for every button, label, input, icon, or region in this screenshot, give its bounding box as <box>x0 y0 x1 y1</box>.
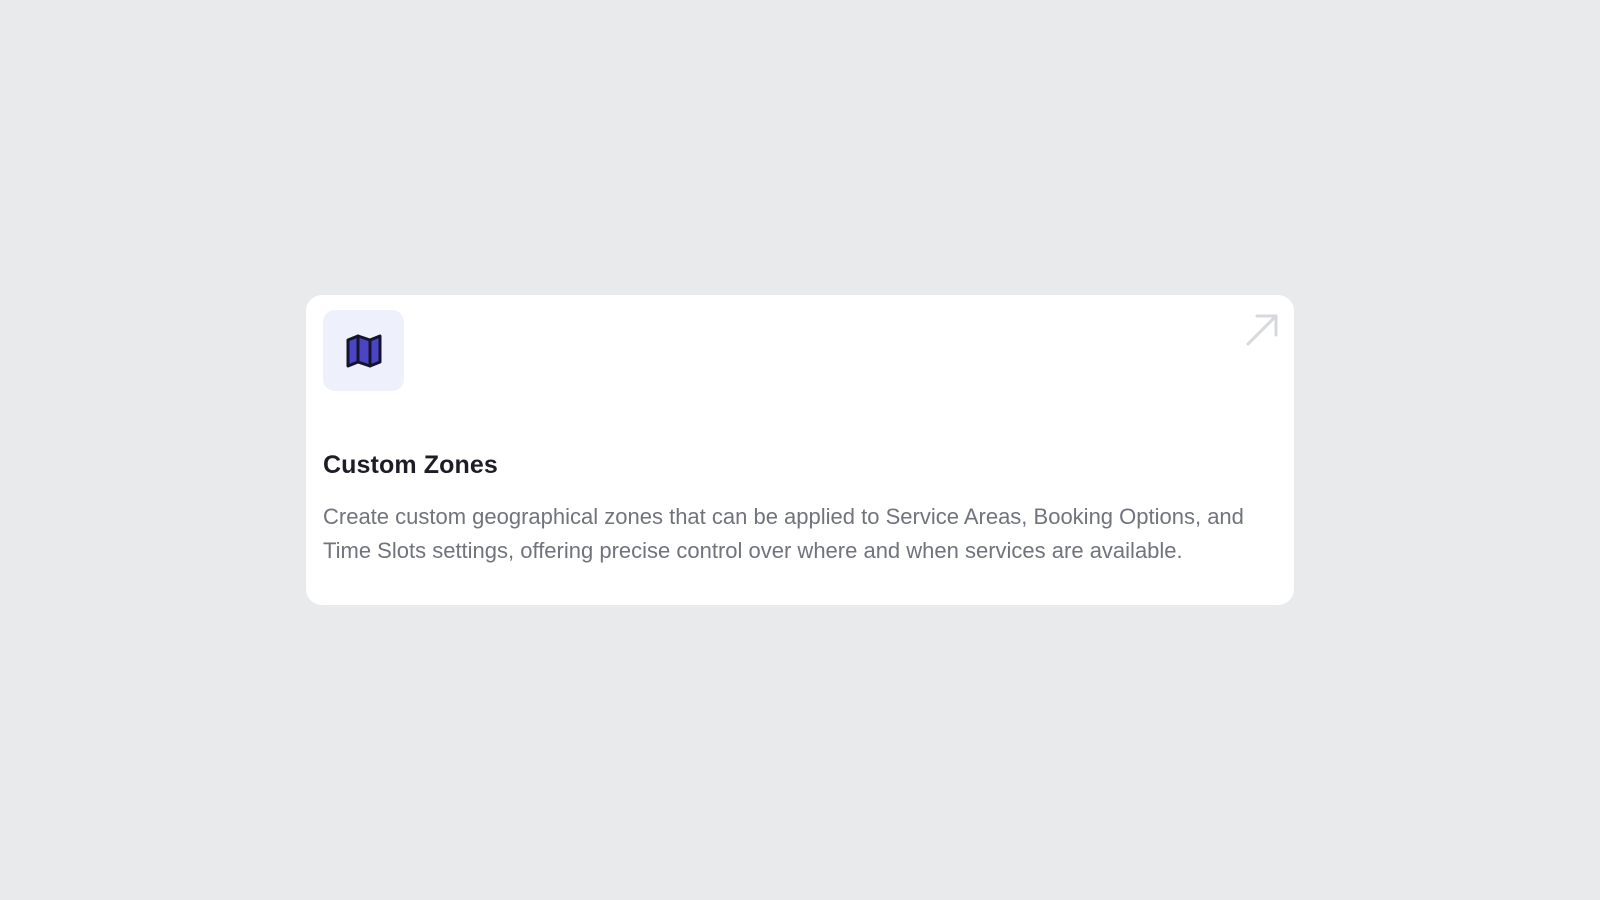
arrow-up-right-icon <box>1246 314 1278 346</box>
open-link-button[interactable] <box>1244 312 1280 348</box>
icon-tile <box>323 310 404 391</box>
map-icon <box>346 334 381 367</box>
feature-card-custom-zones[interactable]: Custom Zones Create custom geographical … <box>306 295 1294 605</box>
page: Custom Zones Create custom geographical … <box>0 0 1600 900</box>
card-description: Create custom geographical zones that ca… <box>323 504 1244 563</box>
card-title: Custom Zones <box>323 451 498 479</box>
